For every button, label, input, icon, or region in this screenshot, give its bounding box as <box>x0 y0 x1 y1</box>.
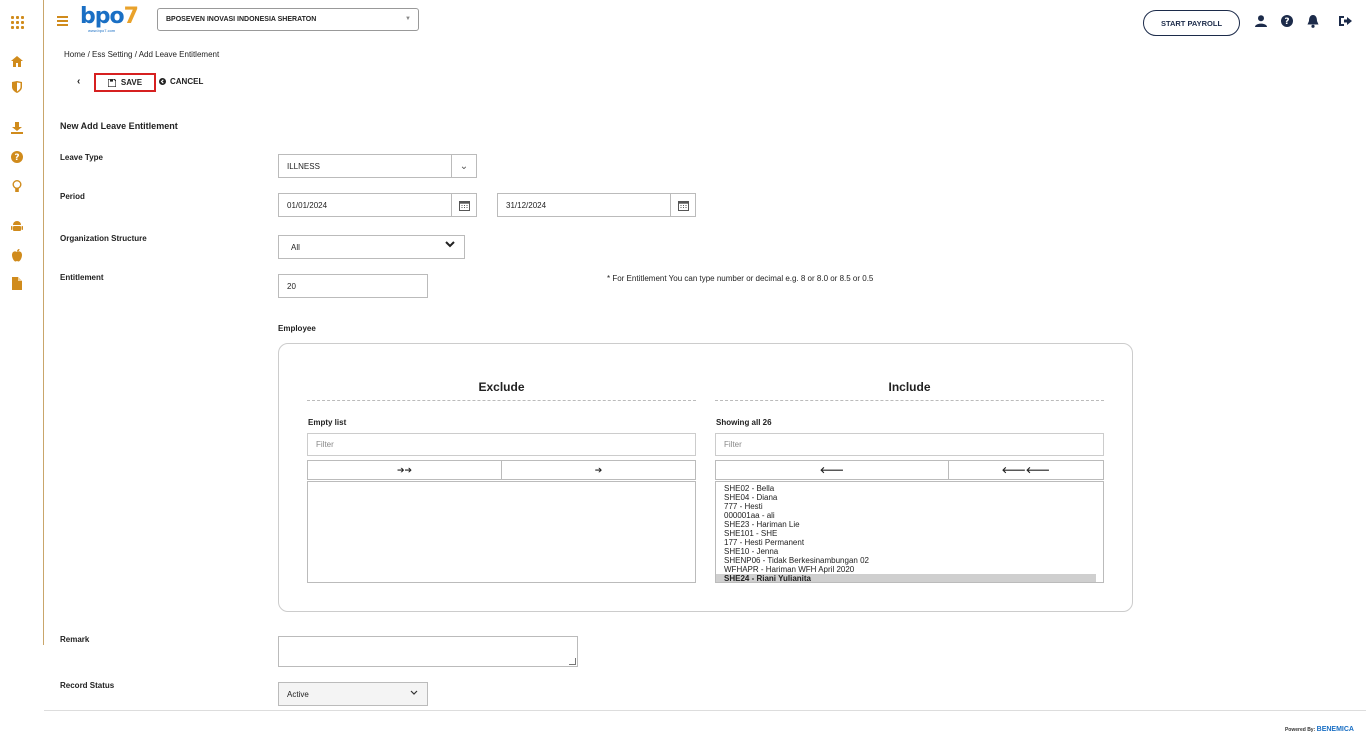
entitlement-input[interactable]: 20 <box>278 274 428 298</box>
entitlement-value: 20 <box>287 281 296 291</box>
org-structure-value: All <box>291 242 300 252</box>
list-item[interactable]: WFHAPR - Hariman WFH April 2020 <box>716 565 1103 574</box>
period-end-input[interactable]: 31/12/2024 <box>497 193 696 217</box>
user-icon[interactable] <box>1254 15 1268 29</box>
powered-by-text: Powered By: <box>1284 727 1316 733</box>
exclude-move-bar: ➔➔ ➔ <box>307 460 696 480</box>
powered-by-brand: BENEMICA <box>1316 726 1354 733</box>
form-title: New Add Leave Entitlement <box>60 121 178 131</box>
entitlement-hint: * For Entitlement You can type number or… <box>607 274 874 283</box>
resize-handle-icon[interactable] <box>569 658 576 665</box>
record-status-label: Record Status <box>60 681 115 690</box>
svg-text:?: ? <box>14 153 19 163</box>
period-start-value: 01/01/2024 <box>287 200 328 210</box>
list-item[interactable]: SHENP06 - Tidak Berkesinambungan 02 <box>716 556 1103 565</box>
leave-type-value: ILLNESS <box>287 161 320 171</box>
exclude-list[interactable] <box>307 481 696 583</box>
back-icon[interactable]: ‹ <box>77 76 80 87</box>
period-start-input[interactable]: 01/01/2024 <box>278 193 477 217</box>
company-select[interactable]: BPOSEVEN INOVASI INDONESIA SHERATON ▼ <box>157 8 419 31</box>
exclude-filter-input[interactable]: Filter <box>307 433 696 456</box>
remark-label: Remark <box>60 635 90 644</box>
list-item[interactable]: SHE02 - Bella <box>716 484 1103 493</box>
exclude-info: Empty list <box>308 418 347 427</box>
move-selected-button[interactable]: ➔ <box>501 461 695 479</box>
apps-icon[interactable] <box>10 15 24 29</box>
brand-logo[interactable]: bpo7 www.bpo7.com <box>80 6 140 36</box>
download-icon[interactable] <box>10 121 24 135</box>
android-icon[interactable] <box>10 220 24 234</box>
record-status-value: Active <box>287 689 309 699</box>
logo-text: bpo <box>80 4 125 29</box>
footer-divider <box>44 710 1366 711</box>
record-status-select[interactable]: Active <box>278 682 428 706</box>
logout-icon[interactable] <box>1338 15 1352 29</box>
sidebar: ? <box>0 0 44 645</box>
org-structure-label: Organization Structure <box>60 234 147 243</box>
list-item-selected[interactable]: SHE24 - Riani Yulianita <box>716 574 1096 582</box>
move-all-button[interactable]: ➔➔ <box>308 461 501 479</box>
floppy-disk-icon <box>107 78 116 87</box>
help-icon[interactable]: ? <box>1280 15 1294 29</box>
list-item[interactable]: SHE101 - SHE <box>716 529 1103 538</box>
chevron-down-icon: ⌄ <box>451 155 476 177</box>
exclude-title: Exclude <box>307 380 696 401</box>
cancel-circle-icon <box>159 78 166 85</box>
remove-selected-button[interactable]: 🡐 <box>716 461 948 479</box>
period-end-value: 31/12/2024 <box>506 200 547 210</box>
cancel-button-label: CANCEL <box>170 77 204 86</box>
list-item[interactable]: 000001aa - ali <box>716 511 1103 520</box>
logo-seven: 7 <box>123 4 139 29</box>
list-item[interactable]: SHE04 - Diana <box>716 493 1103 502</box>
svg-text:?: ? <box>1284 17 1289 27</box>
start-payroll-button[interactable]: START PAYROLL <box>1143 10 1240 36</box>
home-icon[interactable] <box>10 54 24 68</box>
breadcrumb: Home / Ess Setting / Add Leave Entitleme… <box>64 50 220 59</box>
include-list[interactable]: SHE02 - Bella SHE04 - Diana 777 - Hesti … <box>715 481 1104 583</box>
help-icon[interactable]: ? <box>10 150 24 164</box>
remove-all-button[interactable]: 🡐🡐 <box>947 461 1103 479</box>
list-item[interactable]: SHE23 - Hariman Lie <box>716 520 1103 529</box>
menu-toggle-icon[interactable] <box>57 16 68 28</box>
calendar-icon[interactable] <box>670 194 695 216</box>
list-item[interactable]: 777 - Hesti <box>716 502 1103 511</box>
remark-textarea[interactable] <box>278 636 578 667</box>
org-structure-select[interactable]: All <box>278 235 465 259</box>
calendar-icon[interactable] <box>451 194 476 216</box>
entitlement-label: Entitlement <box>60 273 104 282</box>
leave-type-label: Leave Type <box>60 153 103 162</box>
shield-icon[interactable] <box>10 80 24 94</box>
save-button-label: SAVE <box>120 78 143 87</box>
powered-by: Powered By: BENEMICA <box>1285 726 1354 733</box>
include-filter-input[interactable]: Filter <box>715 433 1104 456</box>
list-item[interactable]: SHE10 - Jenna <box>716 547 1103 556</box>
include-move-bar: 🡐 🡐🡐 <box>715 460 1104 480</box>
document-icon[interactable] <box>10 276 24 290</box>
company-select-value: BPOSEVEN INOVASI INDONESIA SHERATON <box>166 16 317 23</box>
chevron-down-icon <box>445 240 455 251</box>
chevron-down-icon: ▼ <box>405 16 411 22</box>
period-label: Period <box>60 192 85 201</box>
list-item[interactable]: 177 - Hesti Permanent <box>716 538 1103 547</box>
employee-label: Employee <box>278 324 316 333</box>
include-title: Include <box>715 380 1104 401</box>
save-button[interactable]: SAVE <box>94 73 156 92</box>
employee-dual-listbox: Exclude Empty list Filter ➔➔ ➔ Include S… <box>278 343 1133 612</box>
include-info: Showing all 26 <box>716 418 772 427</box>
lightbulb-icon[interactable] <box>10 179 24 193</box>
bell-icon[interactable] <box>1306 15 1320 29</box>
chevron-down-icon <box>410 688 418 699</box>
apple-icon[interactable] <box>10 248 24 262</box>
leave-type-select[interactable]: ILLNESS ⌄ <box>278 154 477 178</box>
cancel-button[interactable]: CANCEL <box>159 77 203 86</box>
